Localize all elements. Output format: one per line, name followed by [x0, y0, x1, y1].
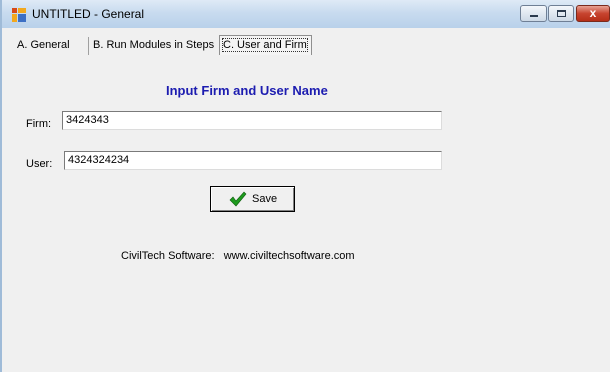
- firm-label: Firm:: [26, 118, 52, 130]
- maximize-button[interactable]: [548, 5, 574, 22]
- tab-panel-user-and-firm: Input Firm and User Name Firm: 3424343 U…: [14, 56, 610, 372]
- tab-run-modules[interactable]: B. Run Modules in Steps: [90, 37, 221, 55]
- app-icon[interactable]: [12, 8, 26, 22]
- close-icon: x: [589, 6, 597, 20]
- tab-label: B. Run Modules in Steps: [93, 39, 215, 51]
- title-bar[interactable]: UNTITLED - General x: [2, 0, 610, 28]
- company-website: www.civiltechsoftware.com: [223, 250, 355, 262]
- close-button[interactable]: x: [576, 5, 610, 22]
- save-label: Save: [252, 193, 278, 205]
- user-label: User:: [26, 158, 53, 170]
- checkmark-icon: [229, 191, 247, 207]
- maximize-icon: [557, 10, 566, 17]
- window-title: UNTITLED - General: [32, 7, 145, 21]
- minimize-button[interactable]: [520, 5, 547, 22]
- user-field[interactable]: 4324324234: [64, 151, 442, 170]
- tab-general[interactable]: A. General: [14, 37, 89, 55]
- form-heading: Input Firm and User Name: [166, 83, 328, 98]
- save-button[interactable]: Save: [210, 186, 295, 212]
- app-window: UNTITLED - General x A. General B. Run M…: [0, 0, 610, 372]
- firm-field[interactable]: 3424343: [62, 111, 442, 130]
- footer-credit: CivilTech Software: www.civiltechsoftwar…: [121, 250, 355, 262]
- tab-user-and-firm[interactable]: C. User and Firm: [219, 35, 312, 55]
- minimize-icon: [530, 15, 538, 17]
- tab-label: C. User and Firm: [222, 38, 308, 52]
- company-name: CivilTech Software:: [121, 250, 215, 262]
- tab-label: A. General: [17, 39, 70, 51]
